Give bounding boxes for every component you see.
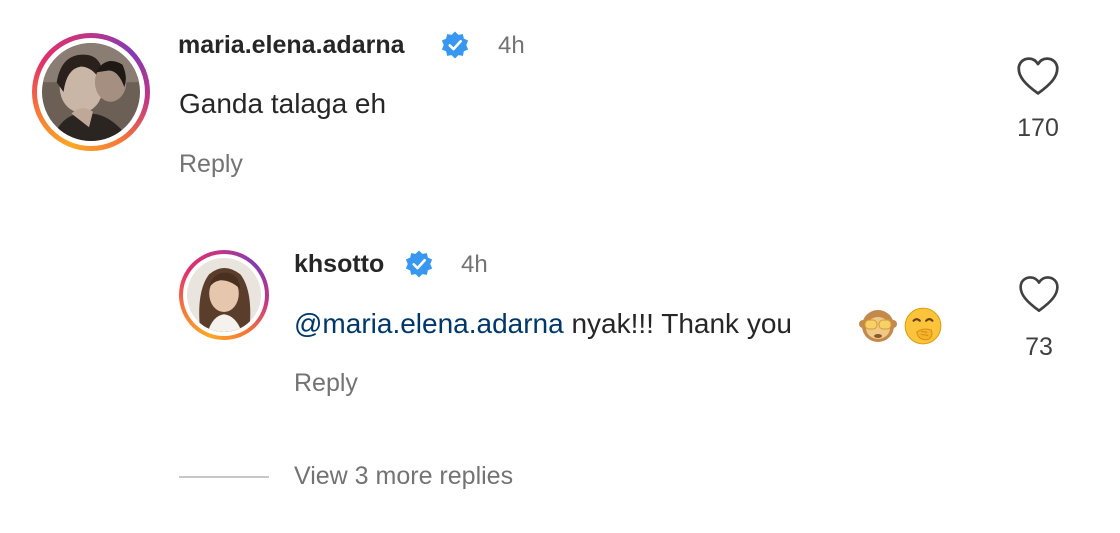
comment-text: Ganda talaga eh — [179, 88, 387, 119]
verified-badge-icon — [440, 30, 470, 60]
see-no-evil-monkey-icon — [858, 305, 898, 345]
reply-time: 4h — [461, 251, 488, 278]
like-count: 170 — [1017, 114, 1059, 142]
user-avatar-photo — [187, 258, 261, 332]
reply-button[interactable]: Reply — [179, 150, 243, 179]
reply-button[interactable]: Reply — [294, 369, 358, 398]
reply-text: @maria.elena.adarna nyak!!! Thank you — [294, 308, 792, 340]
face-with-hand-over-mouth-icon — [902, 305, 944, 347]
view-more-replies-button[interactable]: View 3 more replies — [294, 462, 513, 491]
heart-icon[interactable] — [1016, 55, 1060, 97]
verified-badge-icon — [404, 249, 434, 279]
reply-username[interactable]: khsotto — [294, 250, 384, 279]
user-avatar-photo — [42, 43, 140, 141]
like-count: 73 — [1025, 333, 1053, 361]
comment-username[interactable]: maria.elena.adarna — [178, 31, 405, 60]
avatar[interactable] — [179, 250, 269, 340]
mention-link[interactable]: @maria.elena.adarna — [294, 308, 564, 339]
reply-body: nyak!!! Thank you — [563, 308, 792, 339]
comment-time: 4h — [498, 32, 525, 59]
heart-icon[interactable] — [1018, 274, 1060, 314]
divider-line — [179, 476, 269, 478]
avatar[interactable] — [32, 33, 150, 151]
